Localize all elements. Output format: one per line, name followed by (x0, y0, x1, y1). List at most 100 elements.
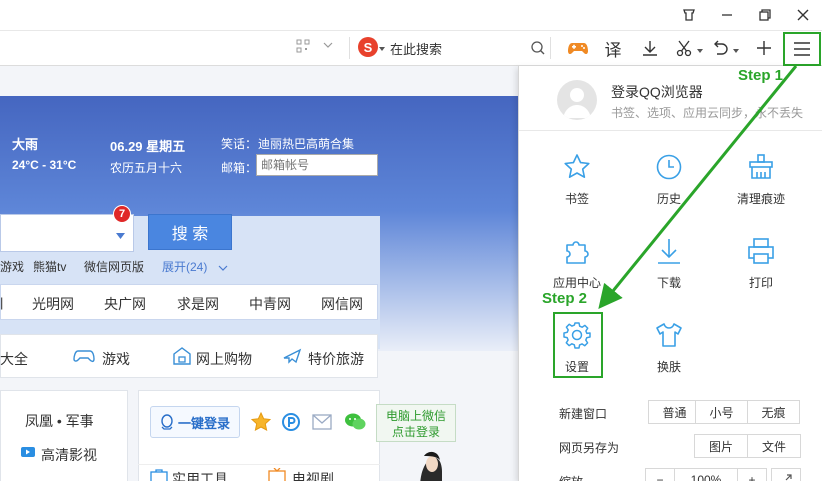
qq-icon (161, 414, 173, 430)
notification-badge: 7 (113, 205, 131, 223)
quick-link-games[interactable]: 游戏 (0, 258, 24, 275)
zoom-label: 缩放 (559, 473, 583, 481)
minimize-button[interactable] (715, 4, 739, 26)
menu-item-label: 下载 (656, 276, 681, 290)
paypal-icon[interactable] (281, 412, 301, 435)
printer-icon (748, 238, 774, 264)
search-icon[interactable] (526, 36, 550, 60)
site-link[interactable]: 求是网 (177, 294, 219, 314)
star-icon (564, 154, 590, 178)
toolbar: S 在此搜索 译 (0, 30, 822, 66)
step2-label: Step 2 (542, 290, 588, 307)
divider (138, 464, 380, 465)
shop-icon (172, 346, 192, 369)
site-link[interactable]: 光明网 (32, 294, 74, 314)
menu-item-clear-traces[interactable]: 清理痕迹 (721, 136, 801, 212)
new-window-small-button[interactable]: 小号 (695, 400, 748, 424)
new-window-normal-button[interactable]: 普通 (648, 400, 701, 424)
site-link[interactable]: 网信网 (321, 294, 363, 314)
bottom-link-tools[interactable]: 实用工具 (172, 469, 228, 481)
chevron-down-icon[interactable] (696, 44, 704, 58)
wechat-tip-line1: 电脑上微信 (385, 409, 446, 423)
category-link[interactable]: 大全 (0, 349, 28, 369)
quick-link-wechat[interactable]: 微信网页版 (84, 258, 144, 275)
gamepad-icon[interactable] (566, 36, 590, 60)
list-item[interactable]: 高清影视 (41, 445, 97, 465)
figure-image (402, 448, 452, 481)
site-link[interactable]: 央广网 (104, 294, 146, 314)
mail-label: 邮箱： (221, 161, 258, 175)
menu-item-label: 清理痕迹 (736, 192, 785, 206)
translate-icon[interactable]: 译 (601, 36, 625, 60)
date-text: 06.29 星期五 (110, 139, 186, 154)
chevron-down-icon[interactable] (322, 39, 334, 54)
hamburger-menu-icon (794, 42, 810, 56)
menu-item-label: 打印 (748, 276, 773, 290)
menu-item-bookmarks[interactable]: 书签 (537, 136, 617, 212)
wechat-login-tip[interactable]: 电脑上微信 点击登录 (376, 404, 456, 442)
favorite-star-icon[interactable] (250, 411, 272, 435)
category-link[interactable]: 特价旅游 (308, 349, 364, 369)
lunar-date: 农历五月十六 (110, 161, 183, 175)
fullscreen-icon[interactable] (771, 468, 801, 481)
category-link[interactable]: 游戏 (102, 349, 130, 369)
joke-label: 笑话： (221, 137, 258, 151)
menu-item-label: 书签 (564, 192, 589, 206)
menu-item-app-center[interactable]: 应用中心 (537, 220, 617, 296)
download-icon[interactable] (638, 36, 662, 60)
joke-link[interactable]: 迪丽热巴高萌合集 (258, 135, 354, 152)
menu-item-label: 历史 (656, 192, 681, 206)
quick-link-panda[interactable]: 熊猫tv (33, 258, 66, 275)
chevron-down-icon[interactable] (378, 42, 386, 56)
menu-item-history[interactable]: 历史 (629, 136, 709, 212)
scissors-icon[interactable] (672, 36, 696, 60)
travel-icon (282, 346, 302, 369)
one-click-login-button[interactable]: 一键登录 (150, 406, 240, 438)
chevron-down-icon[interactable] (732, 44, 740, 58)
undo-icon[interactable] (708, 36, 732, 60)
settings-highlight-box (553, 312, 603, 378)
mail-input[interactable] (256, 154, 378, 176)
save-as-label: 网页另存为 (559, 441, 620, 455)
site-divider: | (0, 295, 4, 310)
bottom-link-tv[interactable]: 电视剧 (292, 469, 334, 481)
avatar[interactable] (557, 80, 597, 120)
clock-icon (656, 154, 682, 180)
restore-button[interactable] (753, 4, 777, 26)
search-input[interactable] (0, 214, 134, 252)
puzzle-icon (566, 241, 589, 264)
tv-icon (268, 467, 286, 481)
zoom-in-button[interactable]: + (737, 468, 767, 481)
list-item[interactable]: 凤凰 • 军事 (25, 411, 94, 431)
wechat-tip-line2: 点击登录 (391, 425, 440, 439)
chevron-down-icon[interactable] (218, 261, 228, 275)
menu-item-label: 应用中心 (552, 276, 601, 290)
menu-item-print[interactable]: 打印 (721, 220, 801, 296)
qrcode-icon[interactable] (296, 39, 312, 55)
category-link[interactable]: 网上购物 (196, 349, 252, 369)
account-title[interactable]: 登录QQ浏览器 (611, 82, 703, 102)
zoom-out-button[interactable]: − (645, 468, 675, 481)
account-subtitle: 书签、选项、应用云同步，永不丢失 (611, 106, 804, 120)
broom-icon (749, 154, 773, 179)
site-link[interactable]: 中青网 (249, 294, 291, 314)
main-menu-button[interactable] (783, 32, 821, 66)
divider (550, 37, 551, 59)
sogou-logo-icon[interactable]: S (358, 37, 378, 57)
search-button[interactable]: 搜 索 (148, 214, 232, 250)
save-as-image-button[interactable]: 图片 (694, 434, 748, 458)
save-as-file-button[interactable]: 文件 (747, 434, 801, 458)
menu-item-label: 换肤 (656, 360, 681, 374)
menu-item-download[interactable]: 下载 (629, 220, 709, 296)
skin-icon[interactable] (677, 4, 701, 26)
new-window-incognito-button[interactable]: 无痕 (747, 400, 800, 424)
new-tab-icon[interactable] (752, 36, 776, 60)
wechat-icon[interactable] (344, 412, 366, 435)
expand-link[interactable]: 展开(24) (162, 258, 207, 275)
chevron-down-icon[interactable] (116, 229, 125, 243)
mail-icon[interactable] (312, 414, 332, 433)
menu-item-skin[interactable]: 换肤 (629, 304, 709, 380)
new-window-label: 新建窗口 (559, 407, 608, 421)
close-button[interactable] (791, 4, 815, 26)
search-placeholder[interactable]: 在此搜索 (390, 39, 442, 58)
